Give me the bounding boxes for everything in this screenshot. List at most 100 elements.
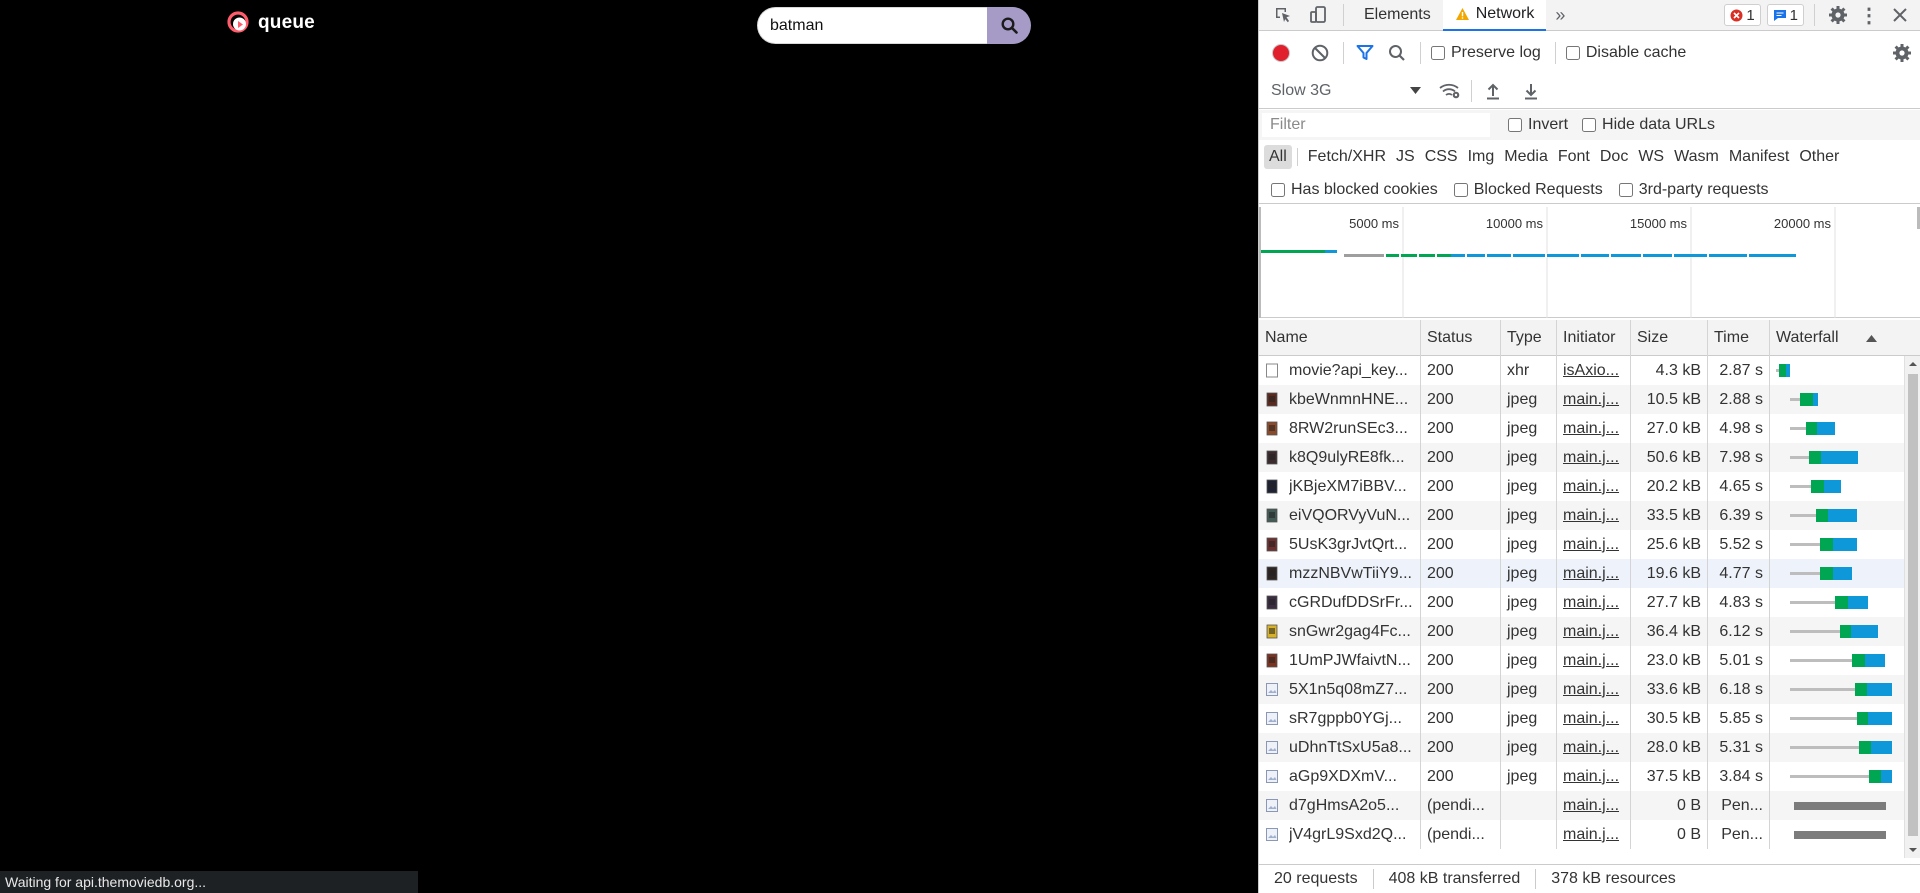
cell-name[interactable]: 1UmPJWfaivtN... (1259, 646, 1421, 675)
cell-initiator-text[interactable]: isAxio... (1563, 362, 1619, 380)
cell-initiator-text[interactable]: main.j... (1563, 768, 1619, 786)
cell-initiator-text[interactable]: main.j... (1563, 507, 1619, 525)
column-initiator[interactable]: Initiator (1557, 320, 1631, 356)
cell-waterfall[interactable] (1770, 791, 1903, 820)
cell-waterfall[interactable] (1770, 443, 1903, 472)
table-row[interactable]: 5UsK3grJvtQrt... 200 jpeg main.j... 25.6 kB 5… (1259, 530, 1920, 559)
cell-initiator[interactable]: main.j... (1557, 733, 1631, 762)
more-tabs-icon[interactable]: » (1546, 5, 1574, 26)
scrollbar-thumb[interactable] (1908, 374, 1918, 836)
search-input[interactable] (757, 7, 987, 44)
type-filter-all[interactable]: All (1264, 145, 1292, 169)
cell-initiator[interactable]: main.j... (1557, 704, 1631, 733)
cell-name[interactable]: uDhnTtSxU5a8... (1259, 733, 1421, 762)
cell-initiator[interactable]: main.j... (1557, 791, 1631, 820)
cell-name[interactable]: 8RW2runSEc3... (1259, 414, 1421, 443)
table-row[interactable]: d7gHmsA2o5... (pendi... main.j... 0 B Pen... (1259, 791, 1920, 820)
invert-input[interactable] (1508, 118, 1522, 132)
blocked-requests-checkbox[interactable]: Blocked Requests (1453, 181, 1603, 199)
cell-waterfall[interactable] (1770, 675, 1903, 704)
third-party-requests-input[interactable] (1618, 182, 1633, 197)
tab-elements[interactable]: Elements (1352, 0, 1443, 31)
cell-initiator[interactable]: main.j... (1557, 385, 1631, 414)
type-filter-font[interactable]: Font (1553, 145, 1595, 169)
cell-initiator[interactable]: main.j... (1557, 472, 1631, 501)
table-scrollbar[interactable] (1904, 356, 1920, 858)
cell-initiator[interactable]: main.j... (1557, 414, 1631, 443)
cell-name[interactable]: movie?api_key... (1259, 356, 1421, 385)
cell-waterfall[interactable] (1770, 820, 1903, 849)
table-row[interactable]: 5X1n5q08mZ7... 200 jpeg main.j... 33.6 kB 6.1… (1259, 675, 1920, 704)
cell-initiator[interactable]: main.j... (1557, 820, 1631, 849)
type-filter-ws[interactable]: WS (1633, 145, 1669, 169)
filter-icon[interactable] (1354, 44, 1376, 62)
column-name[interactable]: Name (1259, 320, 1421, 356)
cell-name[interactable]: aGp9XDXmV... (1259, 762, 1421, 791)
cell-waterfall[interactable] (1770, 559, 1903, 588)
table-row[interactable]: cGRDufDDSrFr... 200 jpeg main.j... 27.7 kB 4.… (1259, 588, 1920, 617)
cell-waterfall[interactable] (1770, 530, 1903, 559)
table-row[interactable]: k8Q9ulyRE8fk... 200 jpeg main.j... 50.6 kB 7.… (1259, 443, 1920, 472)
cell-initiator[interactable]: main.j... (1557, 559, 1631, 588)
cell-waterfall[interactable] (1770, 617, 1903, 646)
type-filter-other[interactable]: Other (1794, 145, 1844, 169)
clear-icon[interactable] (1309, 44, 1331, 62)
disable-cache-checkbox[interactable]: Disable cache (1565, 44, 1686, 62)
cell-waterfall[interactable] (1770, 588, 1903, 617)
scroll-up-arrow-icon[interactable] (1905, 358, 1920, 370)
type-filter-img[interactable]: Img (1463, 145, 1500, 169)
cell-waterfall[interactable] (1770, 414, 1903, 443)
hide-data-urls-input[interactable] (1582, 118, 1597, 132)
network-settings-gear-icon[interactable] (1889, 43, 1915, 63)
table-row[interactable]: uDhnTtSxU5a8... 200 jpeg main.j... 28.0 kB 5.… (1259, 733, 1920, 762)
device-toolbar-icon[interactable] (1301, 5, 1335, 25)
type-filter-media[interactable]: Media (1499, 145, 1553, 169)
cell-initiator[interactable]: main.j... (1557, 762, 1631, 791)
cell-name[interactable]: d7gHmsA2o5... (1259, 791, 1421, 820)
cell-name[interactable]: mzzNBVwTiiY9... (1259, 559, 1421, 588)
close-icon[interactable] (1887, 8, 1913, 22)
table-row[interactable]: sR7gppb0YGj... 200 jpeg main.j... 30.5 kB 5.8… (1259, 704, 1920, 733)
cell-initiator-text[interactable]: main.j... (1563, 797, 1619, 815)
type-filter-js[interactable]: JS (1391, 145, 1420, 169)
cell-initiator-text[interactable]: main.j... (1563, 478, 1619, 496)
cell-waterfall[interactable] (1770, 501, 1903, 530)
cell-initiator-text[interactable]: main.j... (1563, 623, 1619, 641)
logo[interactable]: queue (226, 10, 315, 36)
type-filter-manifest[interactable]: Manifest (1724, 145, 1794, 169)
preserve-log-checkbox[interactable]: Preserve log (1431, 44, 1541, 62)
column-size[interactable]: Size (1631, 320, 1708, 356)
table-row[interactable]: mzzNBVwTiiY9... 200 jpeg main.j... 19.6 kB 4.… (1259, 559, 1920, 588)
cell-initiator[interactable]: main.j... (1557, 617, 1631, 646)
table-row[interactable]: jV4grL9Sxd2Q... (pendi... main.j... 0 B Pen.… (1259, 820, 1920, 849)
type-filter-css[interactable]: CSS (1420, 145, 1463, 169)
kebab-menu-icon[interactable]: ⋮ (1851, 3, 1887, 28)
column-time[interactable]: Time (1708, 320, 1770, 356)
disable-cache-input[interactable] (1565, 46, 1580, 60)
cell-name[interactable]: 5X1n5q08mZ7... (1259, 675, 1421, 704)
cell-initiator-text[interactable]: main.j... (1563, 391, 1619, 409)
cell-waterfall[interactable] (1770, 472, 1903, 501)
cell-initiator-text[interactable]: main.j... (1563, 565, 1619, 583)
preserve-log-input[interactable] (1431, 46, 1445, 60)
third-party-requests-checkbox[interactable]: 3rd-party requests (1618, 181, 1769, 199)
table-row[interactable]: movie?api_key... 200 xhr isAxio... 4.3 kB 2.8… (1259, 356, 1920, 385)
cell-name[interactable]: cGRDufDDSrFr... (1259, 588, 1421, 617)
cell-initiator-text[interactable]: main.j... (1563, 420, 1619, 438)
table-row[interactable]: jKBjeXM7iBBV... 200 jpeg main.j... 20.2 kB 4.… (1259, 472, 1920, 501)
cell-initiator[interactable]: main.j... (1557, 588, 1631, 617)
message-count-badge[interactable]: 1 (1766, 4, 1804, 26)
invert-checkbox[interactable]: Invert (1508, 116, 1568, 134)
cell-name[interactable]: kbeWnmnHNE... (1259, 385, 1421, 414)
inspect-element-icon[interactable] (1265, 5, 1301, 25)
table-row[interactable]: 1UmPJWfaivtN... 200 jpeg main.j... 23.0 kB 5.… (1259, 646, 1920, 675)
import-har-icon[interactable] (1482, 82, 1504, 100)
table-row[interactable]: kbeWnmnHNE... 200 jpeg main.j... 10.5 kB 2.88… (1259, 385, 1920, 414)
cell-waterfall[interactable] (1770, 762, 1903, 791)
network-overview-timeline[interactable]: 5000 ms 10000 ms 15000 ms 20000 ms (1259, 207, 1920, 318)
cell-initiator-text[interactable]: main.j... (1563, 826, 1619, 844)
cell-waterfall[interactable] (1770, 385, 1903, 414)
cell-initiator-text[interactable]: main.j... (1563, 681, 1619, 699)
cell-initiator[interactable]: main.j... (1557, 646, 1631, 675)
cell-initiator[interactable]: main.j... (1557, 675, 1631, 704)
